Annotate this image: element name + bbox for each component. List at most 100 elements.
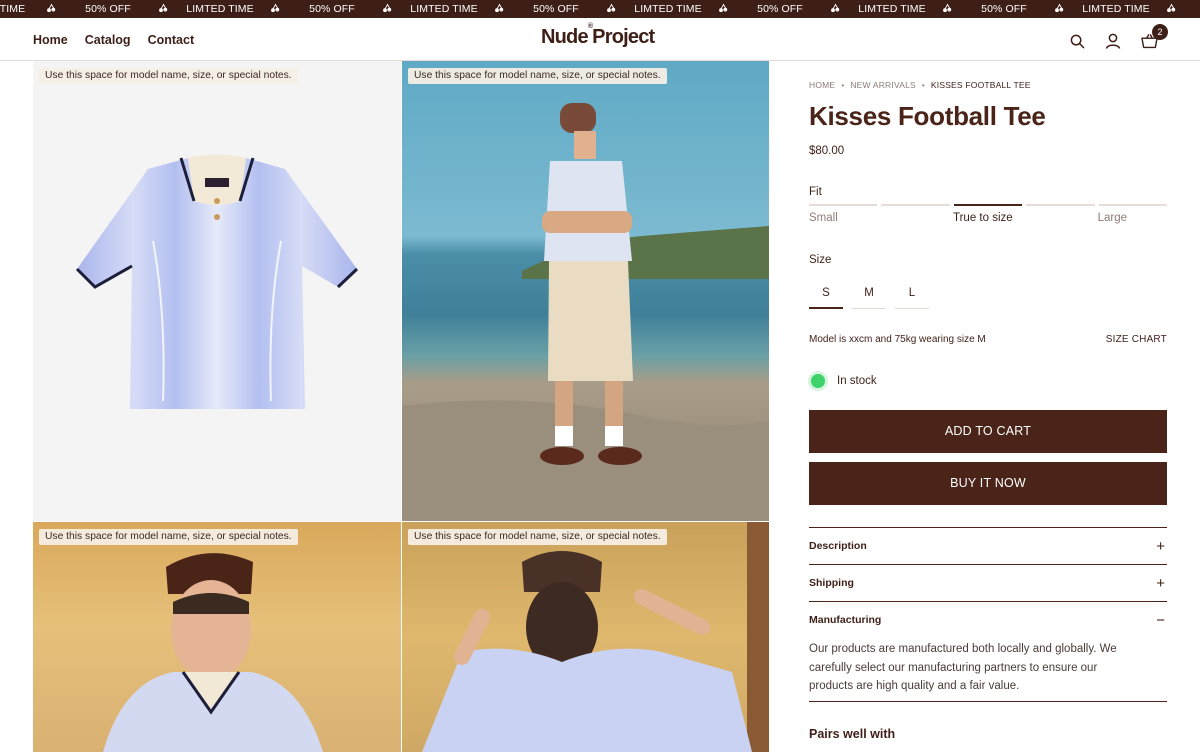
fit-scale-labels: Small True to size Large	[809, 212, 1167, 226]
logo-registered-mark: ®	[587, 23, 593, 31]
accordion-description: Description +	[809, 527, 1167, 564]
stock-status: In stock	[808, 371, 877, 391]
breadcrumb: HOME • NEW ARRIVALS • KISSES FOOTBALL TE…	[809, 80, 1031, 90]
cherries-icon	[46, 3, 58, 15]
announcement-ticker: MTED TIME 50% OFF LIMTED TIME 50% OFF LIMTED…	[0, 0, 1200, 18]
cherries-icon	[606, 3, 618, 15]
ticker-item: 50% OFF	[1178, 3, 1200, 15]
nav-contact[interactable]: Contact	[148, 33, 195, 47]
accordion-manufacturing-body: Our products are manufactured both local…	[809, 643, 1117, 692]
ticker-item: LIMTED TIME	[1066, 3, 1178, 15]
gallery-image-product[interactable]: Use this space for model name, size, or …	[33, 61, 401, 521]
size-option-m[interactable]: M	[852, 285, 886, 309]
fit-label-small: Small	[809, 212, 838, 224]
model-note-label: Use this space for model name, size, or …	[408, 529, 667, 545]
ticker-text: 50% OFF	[981, 3, 1027, 15]
ticker-item: 50% OFF	[58, 3, 170, 15]
cherries-icon	[830, 3, 842, 15]
gallery-image-beach[interactable]: Use this space for model name, size, or …	[402, 61, 769, 521]
plus-icon: +	[1156, 537, 1165, 555]
model-note-label: Use this space for model name, size, or …	[408, 68, 667, 84]
buy-it-now-button[interactable]: BUY IT NOW	[809, 462, 1167, 505]
ticker-item: LIMTED TIME	[394, 3, 506, 15]
cherries-icon	[382, 3, 394, 15]
accordion-divider	[809, 701, 1167, 702]
gallery-image-back[interactable]: Use this space for model name, size, or …	[402, 522, 769, 752]
nav-catalog[interactable]: Catalog	[85, 33, 131, 47]
product-price: $80.00	[809, 145, 845, 157]
breadcrumb-new-arrivals[interactable]: NEW ARRIVALS	[850, 80, 916, 90]
site-header: Home Catalog Contact Nude®Project 2	[0, 18, 1200, 61]
shirt-illustration	[75, 154, 359, 409]
fit-label-true-to-size: True to size	[953, 212, 1013, 224]
header-icons: 2	[1066, 24, 1168, 52]
product-title: Kisses Football Tee	[809, 101, 1046, 131]
accordion-shipping-header[interactable]: Shipping +	[809, 565, 1167, 601]
in-stock-dot-icon	[808, 371, 828, 391]
size-label: Size	[809, 254, 832, 266]
cherries-icon	[270, 3, 282, 15]
fit-label: Fit	[809, 186, 822, 198]
beach-scene	[402, 103, 769, 521]
ticker-item: MTED TIME	[0, 3, 58, 15]
ticker-item: 50% OFF	[730, 3, 842, 15]
stock-text: In stock	[837, 375, 877, 387]
cherries-icon	[718, 3, 730, 15]
breadcrumb-separator: •	[841, 80, 845, 90]
brand-logo[interactable]: Nude®Project	[541, 23, 655, 49]
accordion-manufacturing: Manufacturing − Our products are manufac…	[809, 601, 1167, 706]
ticker-item: 50% OFF	[282, 3, 394, 15]
logo-text-main: Nude	[541, 26, 589, 48]
fit-segment	[809, 204, 878, 206]
pairs-well-with-heading: Pairs well with	[809, 727, 896, 741]
ticker-item: 50% OFF	[954, 3, 1066, 15]
ticker-text: LIMTED TIME	[1082, 3, 1150, 15]
fit-segment	[1098, 204, 1168, 206]
accordion-manufacturing-header[interactable]: Manufacturing −	[809, 602, 1167, 638]
cart-count-badge: 2	[1152, 24, 1168, 40]
accordion-description-header[interactable]: Description +	[809, 528, 1167, 564]
product-gallery: Use this space for model name, size, or …	[33, 61, 769, 752]
ticker-text: MTED TIME	[0, 3, 26, 15]
ticker-text: 50% OFF	[533, 3, 579, 15]
cherries-icon	[1054, 3, 1066, 15]
gallery-image-portrait[interactable]: Use this space for model name, size, or …	[33, 522, 401, 752]
ticker-text: 50% OFF	[757, 3, 803, 15]
cherries-icon	[494, 3, 506, 15]
accordion-description-title: Description	[809, 540, 867, 552]
fit-scale	[809, 204, 1168, 206]
cart-icon[interactable]: 2	[1138, 24, 1168, 52]
cherries-icon	[942, 3, 954, 15]
main-nav: Home Catalog Contact	[33, 33, 194, 47]
ticker-text: LIMTED TIME	[410, 3, 478, 15]
minus-icon: −	[1156, 611, 1165, 629]
ticker-text: LIMTED TIME	[186, 3, 254, 15]
add-to-cart-button[interactable]: ADD TO CART	[809, 410, 1167, 453]
cherries-icon	[158, 3, 170, 15]
accordion-shipping-title: Shipping	[809, 577, 854, 589]
ticker-text: 50% OFF	[1178, 3, 1200, 15]
size-option-s[interactable]: S	[809, 285, 843, 309]
accordion-shipping: Shipping +	[809, 564, 1167, 601]
ticker-item: LIMTED TIME	[842, 3, 954, 15]
fit-segment	[1026, 204, 1095, 206]
ticker-text: LIMTED TIME	[634, 3, 702, 15]
ticker-track: MTED TIME 50% OFF LIMTED TIME 50% OFF LIMTED…	[0, 0, 1200, 18]
search-icon[interactable]	[1066, 30, 1088, 52]
size-option-l[interactable]: L	[895, 285, 929, 309]
back-scene	[422, 522, 769, 752]
model-note-label: Use this space for model name, size, or …	[39, 529, 298, 545]
ticker-item: 50% OFF	[506, 3, 618, 15]
account-icon[interactable]	[1102, 30, 1124, 52]
ticker-item: LIMTED TIME	[618, 3, 730, 15]
size-selector: S M L	[809, 285, 929, 309]
model-size-note: Model is xxcm and 75kg wearing size M	[809, 334, 986, 345]
size-chart-link[interactable]: SIZE CHART	[1106, 334, 1167, 345]
ticker-item: LIMTED TIME	[170, 3, 282, 15]
breadcrumb-home[interactable]: HOME	[809, 80, 835, 90]
logo-text-rest: Project	[592, 26, 655, 48]
nav-home[interactable]: Home	[33, 33, 68, 47]
plus-icon: +	[1156, 574, 1165, 592]
cherries-icon	[1166, 3, 1178, 15]
accordion-manufacturing-title: Manufacturing	[809, 614, 882, 626]
